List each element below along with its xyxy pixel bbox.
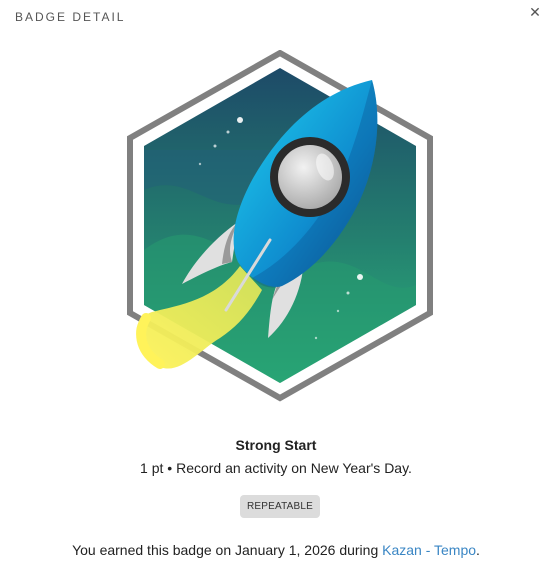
- earned-text: You earned this badge on January 1, 2026…: [0, 542, 552, 558]
- event-link[interactable]: Kazan - Tempo: [382, 542, 476, 558]
- close-icon[interactable]: ✕: [526, 3, 544, 21]
- badge-requirement: Record an activity on New Year's Day.: [176, 460, 412, 476]
- earned-suffix: .: [476, 542, 480, 558]
- dialog-title: BADGE DETAIL: [15, 10, 126, 24]
- separator: •: [167, 460, 173, 476]
- rocket-icon: [127, 49, 433, 402]
- badge-name: Strong Start: [235, 437, 317, 453]
- badge-points: 1 pt: [140, 460, 164, 476]
- earned-prefix: You earned this badge on January 1, 2026…: [72, 542, 379, 558]
- repeatable-tag: REPEATABLE: [240, 495, 320, 518]
- badge-image: [120, 49, 440, 406]
- badge-description: 1 pt • Record an activity on New Year's …: [0, 460, 552, 476]
